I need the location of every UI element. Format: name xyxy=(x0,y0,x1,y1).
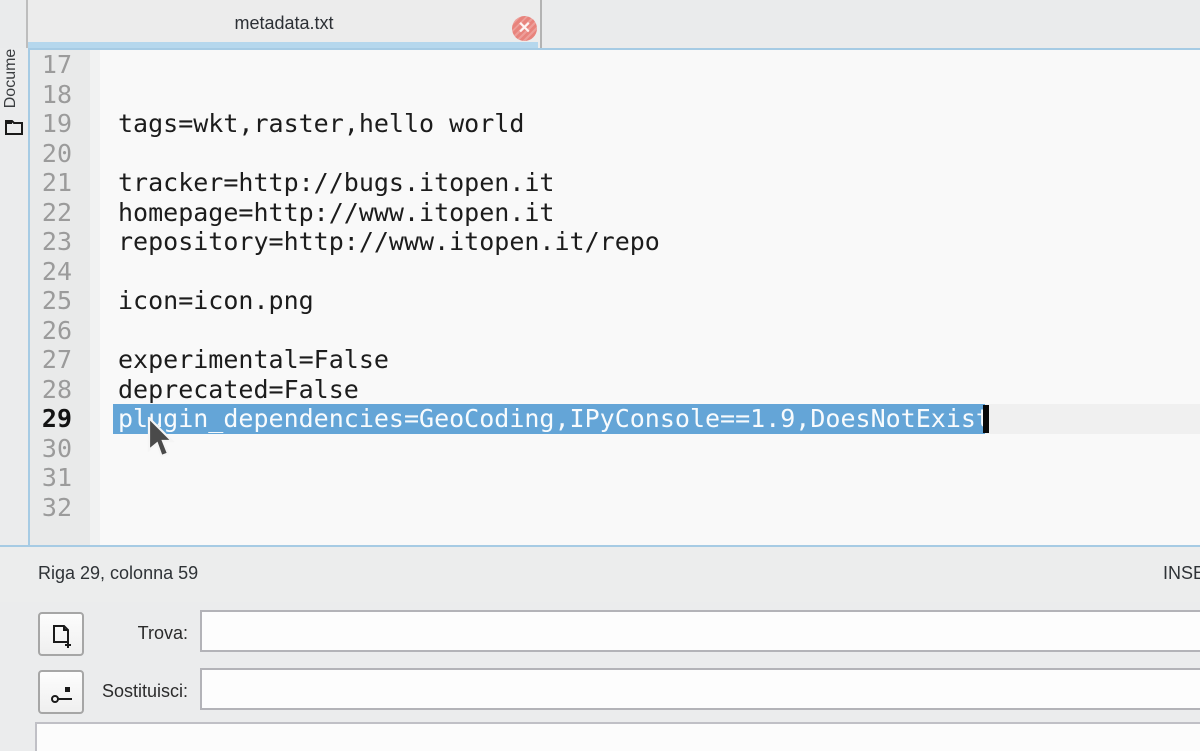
line-text: tracker=http://bugs.itopen.it xyxy=(118,168,555,198)
code-line[interactable]: 24 xyxy=(30,257,1200,287)
line-number[interactable]: 27 xyxy=(30,345,72,375)
code-line[interactable]: 18 xyxy=(30,80,1200,110)
line-number[interactable]: 32 xyxy=(30,493,72,523)
line-number[interactable]: 24 xyxy=(30,257,72,287)
line-number[interactable]: 26 xyxy=(30,316,72,346)
line-number[interactable]: 18 xyxy=(30,80,72,110)
line-text: plugin_dependencies=GeoCoding,IPyConsole… xyxy=(118,404,991,434)
current-line-highlight xyxy=(985,404,1200,434)
line-number[interactable]: 25 xyxy=(30,286,72,316)
find-label: Trova: xyxy=(88,623,188,644)
line-text: repository=http://www.itopen.it/repo xyxy=(118,227,660,257)
cursor-position-status[interactable]: Riga 29, colonna 59 xyxy=(38,563,198,584)
code-line[interactable]: 32 xyxy=(30,493,1200,523)
code-line[interactable]: 27 experimental=False xyxy=(30,345,1200,375)
code-line[interactable]: 19 tags=wkt,raster,hello world xyxy=(30,109,1200,139)
code-line[interactable]: 30 xyxy=(30,434,1200,464)
line-text: homepage=http://www.itopen.it xyxy=(118,198,555,228)
left-toolview-sidebar: Documenti xyxy=(0,0,28,546)
line-number[interactable]: 31 xyxy=(30,463,72,493)
line-number[interactable]: 30 xyxy=(30,434,72,464)
text-editor-view[interactable]: 171819 tags=wkt,raster,hello world 2021 tra… xyxy=(30,50,1200,545)
text-caret xyxy=(983,405,989,433)
tab-label: metadata.txt xyxy=(28,13,540,34)
line-number[interactable]: 23 xyxy=(30,227,72,257)
code-line[interactable]: 21 tracker=http://bugs.itopen.it xyxy=(30,168,1200,198)
insert-placeholder-button[interactable] xyxy=(38,670,84,714)
code-line[interactable]: 22 homepage=http://www.itopen.it xyxy=(30,198,1200,228)
code-line[interactable]: 31 xyxy=(30,463,1200,493)
tab-bar: metadata.txt ✕ xyxy=(0,0,1200,48)
line-text: experimental=False xyxy=(118,345,389,375)
line-text: deprecated=False xyxy=(118,375,359,405)
replace-input[interactable] xyxy=(200,668,1200,710)
code-line[interactable]: 20 xyxy=(30,139,1200,169)
close-icon[interactable]: ✕ xyxy=(512,16,537,41)
line-number[interactable]: 28 xyxy=(30,375,72,405)
line-number[interactable]: 29 xyxy=(30,404,72,434)
documents-folder-icon xyxy=(4,116,24,141)
line-number[interactable]: 17 xyxy=(30,50,72,80)
line-number[interactable]: 21 xyxy=(30,168,72,198)
search-options-button[interactable] xyxy=(38,612,84,656)
code-line[interactable]: 23 repository=http://www.itopen.it/repo xyxy=(30,227,1200,257)
find-input[interactable] xyxy=(200,610,1200,652)
code-line-current[interactable]: 29 plugin_dependencies=GeoCoding,IPyConso… xyxy=(30,404,1200,434)
kate-text-editor-window: Documenti metadata.txt ✕ 171819 tags=wkt,… xyxy=(0,0,1200,751)
code-line[interactable]: 25 icon=icon.png xyxy=(30,286,1200,316)
code-line[interactable]: 26 xyxy=(30,316,1200,346)
code-line[interactable]: 28 deprecated=False xyxy=(30,375,1200,405)
replace-label: Sostituisci: xyxy=(88,681,188,702)
status-bar: Riga 29, colonna 59 INSE xyxy=(0,547,1200,602)
bottom-results-panel xyxy=(35,722,1200,751)
line-number[interactable]: 22 xyxy=(30,198,72,228)
line-number[interactable]: 19 xyxy=(30,109,72,139)
line-number[interactable]: 20 xyxy=(30,139,72,169)
code-line[interactable]: 17 xyxy=(30,50,1200,80)
tab-metadata-txt[interactable]: metadata.txt ✕ xyxy=(26,0,542,48)
input-mode-status[interactable]: INSE xyxy=(1163,563,1200,584)
line-text: tags=wkt,raster,hello world xyxy=(118,109,524,139)
line-text: icon=icon.png xyxy=(118,286,314,316)
